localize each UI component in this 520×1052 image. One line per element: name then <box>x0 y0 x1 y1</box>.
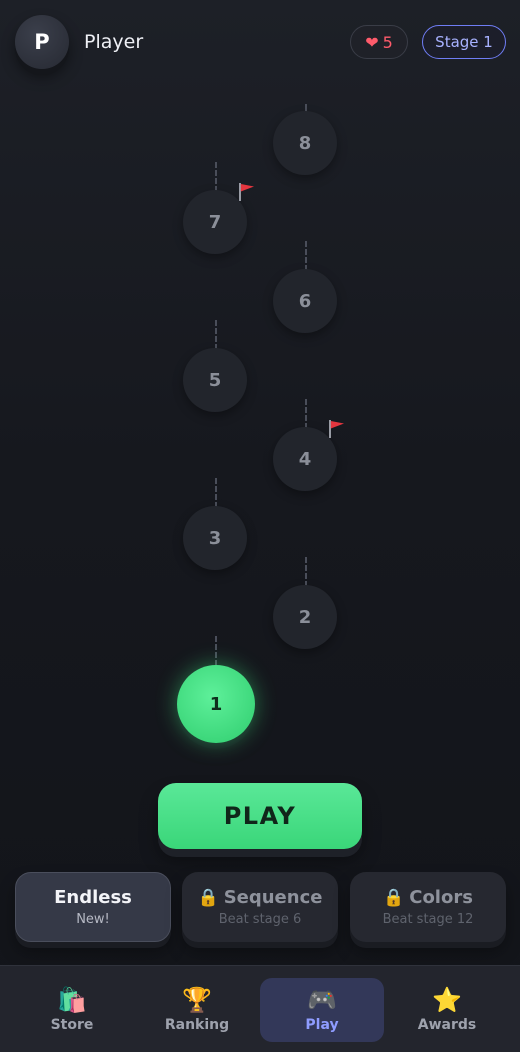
level-node-8[interactable]: 8 <box>273 111 337 175</box>
nav-label: Play <box>305 1017 339 1033</box>
red-flag-icon <box>329 420 344 438</box>
mode-subtitle: Beat stage 12 <box>382 912 474 927</box>
nav-label: Ranking <box>164 1017 230 1033</box>
nav-item-store[interactable]: 🛍️ Store <box>10 978 134 1042</box>
level-node-3[interactable]: 3 <box>183 506 247 570</box>
path-connector <box>305 241 307 271</box>
red-flag-icon <box>239 183 254 201</box>
level-number: 2 <box>298 606 312 628</box>
mode-subtitle: Beat stage 6 <box>218 912 302 927</box>
avatar[interactable]: P <box>15 15 69 69</box>
hearts-badge[interactable]: ❤ 5 <box>350 25 408 59</box>
mode-title: 🔒 Sequence <box>197 887 323 908</box>
level-number: 6 <box>298 290 312 312</box>
avatar-letter: P <box>34 30 50 54</box>
level-number: 1 <box>209 693 223 715</box>
nav-label: Awards <box>417 1017 477 1033</box>
nav-label: Store <box>50 1017 94 1033</box>
level-number: 5 <box>208 369 222 391</box>
player-name: Player <box>84 31 144 53</box>
level-node-2[interactable]: 2 <box>273 585 337 649</box>
path-connector <box>215 636 217 666</box>
path-connector <box>305 557 307 587</box>
mode-subtitle: New! <box>76 912 110 927</box>
level-node-1-current[interactable]: 1 <box>177 665 255 743</box>
level-number: 4 <box>298 448 312 470</box>
shopping-bags-icon: 🛍️ <box>57 986 87 1014</box>
nav-item-play[interactable]: 🎮 Play <box>260 978 384 1042</box>
lock-icon: 🔒 <box>383 887 405 908</box>
level-node-6[interactable]: 6 <box>273 269 337 333</box>
mode-card-sequence[interactable]: 🔒 Sequence Beat stage 6 <box>182 872 338 942</box>
mode-title: Endless <box>54 887 132 908</box>
lock-icon: 🔒 <box>197 887 219 908</box>
level-number: 8 <box>298 132 312 154</box>
path-connector <box>305 399 307 429</box>
heart-icon: ❤ <box>365 32 379 52</box>
path-connector <box>215 478 217 508</box>
hearts-count: 5 <box>382 32 393 52</box>
nav-item-awards[interactable]: ⭐ Awards <box>385 978 509 1042</box>
trophy-icon: 🏆 <box>182 986 212 1014</box>
nav-item-ranking[interactable]: 🏆 Ranking <box>135 978 259 1042</box>
star-icon: ⭐ <box>432 986 462 1014</box>
bottom-nav: 🛍️ Store 🏆 Ranking 🎮 Play ⭐ Awards <box>0 965 520 1052</box>
level-number: 3 <box>208 527 222 549</box>
path-connector <box>215 162 217 192</box>
level-node-5[interactable]: 5 <box>183 348 247 412</box>
mode-card-colors[interactable]: 🔒 Colors Beat stage 12 <box>350 872 506 942</box>
level-number: 7 <box>208 211 222 233</box>
stage-badge[interactable]: Stage 1 <box>422 25 506 59</box>
mode-card-endless[interactable]: Endless New! <box>15 872 171 942</box>
game-controller-icon: 🎮 <box>307 986 337 1014</box>
path-connector <box>215 320 217 350</box>
play-button[interactable]: PLAY <box>158 783 362 849</box>
mode-title: 🔒 Colors <box>383 887 473 908</box>
